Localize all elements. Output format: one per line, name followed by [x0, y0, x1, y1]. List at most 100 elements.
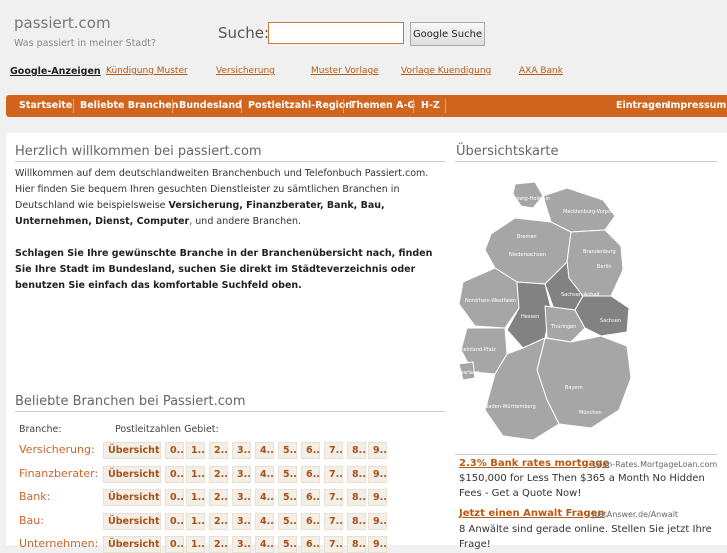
- divider: [15, 411, 445, 412]
- map-label: München: [579, 410, 602, 416]
- nav-beliebte-branchen[interactable]: Beliebte Branchen: [80, 100, 178, 111]
- welcome-paragraph-1: Willkommen auf dem deutschlandweiten Bra…: [15, 166, 443, 230]
- plz-region-link[interactable]: 4..: [255, 442, 274, 459]
- ad-link-axa-bank[interactable]: AXA Bank: [519, 66, 563, 76]
- plz-region-link[interactable]: 6..: [301, 442, 320, 459]
- map-label: Saarland: [457, 370, 479, 376]
- plz-region-link[interactable]: 7..: [324, 489, 343, 506]
- plz-region-link[interactable]: 9..: [368, 513, 387, 530]
- branch-link[interactable]: Bau:: [19, 514, 44, 527]
- plz-region-link[interactable]: 4..: [255, 466, 274, 483]
- germany-map[interactable]: Schleswig-Holstein Hamburg Mecklenburg-V…: [455, 178, 643, 450]
- plz-region-link[interactable]: 0..: [165, 513, 184, 530]
- search-input[interactable]: [268, 22, 404, 44]
- nav-bundesland[interactable]: Bundesland: [179, 100, 242, 111]
- nav-impressum[interactable]: Impressum: [667, 100, 726, 111]
- nav-separator: [343, 99, 344, 113]
- plz-region-link[interactable]: 5..: [278, 442, 297, 459]
- plz-region-link[interactable]: 2..: [209, 442, 228, 459]
- welcome-paragraph-2: Schlagen Sie Ihre gewünschte Branche in …: [15, 246, 443, 294]
- welcome-heading: Herzlich willkommen bei passiert.com: [15, 144, 262, 159]
- plz-region-link[interactable]: 6..: [301, 513, 320, 530]
- branch-overview-link[interactable]: Übersicht: [103, 466, 161, 483]
- ad-title-bank-rates[interactable]: 2.3% Bank rates mortgage: [459, 458, 609, 469]
- branch-link[interactable]: Bank:: [19, 490, 50, 503]
- nav-postleitzahl-region[interactable]: Postleitzahl-Region: [248, 100, 352, 111]
- plz-region-link[interactable]: 9..: [368, 489, 387, 506]
- nav-h-z[interactable]: H-Z: [421, 100, 440, 111]
- plz-region-link[interactable]: 4..: [255, 513, 274, 530]
- branch-overview-link[interactable]: Übersicht: [103, 442, 161, 459]
- plz-region-link[interactable]: 2..: [209, 489, 228, 506]
- plz-region-link[interactable]: 1..: [186, 466, 205, 483]
- nav-eintragen[interactable]: Eintragen: [616, 100, 668, 111]
- plz-region-link[interactable]: 2..: [209, 466, 228, 483]
- map-label: Baden-Württemberg: [485, 404, 536, 410]
- plz-region-link[interactable]: 9..: [368, 466, 387, 483]
- nav-separator: [445, 99, 446, 113]
- plz-region-link[interactable]: 7..: [324, 442, 343, 459]
- plz-region-link[interactable]: 1..: [186, 513, 205, 530]
- divider: [455, 161, 717, 162]
- plz-region-link[interactable]: 8..: [347, 442, 366, 459]
- site-title[interactable]: passiert.com: [14, 14, 111, 32]
- ad-text-anwalt: 8 Anwälte sind gerade online. Stellen Si…: [459, 524, 712, 550]
- plz-region-link[interactable]: 8..: [347, 466, 366, 483]
- map-label: Niedersachsen: [509, 252, 546, 258]
- ad-link-versicherung[interactable]: Versicherung: [216, 66, 275, 76]
- plz-region-link[interactable]: 7..: [324, 513, 343, 530]
- map-label: Bayern: [565, 385, 583, 391]
- plz-region-link[interactable]: 8..: [347, 513, 366, 530]
- map-label: Berlin: [597, 264, 612, 270]
- plz-region-link[interactable]: 1..: [186, 442, 205, 459]
- nav-themen-a-g[interactable]: Themen A-G: [350, 100, 415, 111]
- site-tagline: Was passiert in meiner Stadt?: [14, 38, 157, 49]
- plz-region-link[interactable]: 6..: [301, 489, 320, 506]
- map-label: Sachsen-Anhalt: [561, 292, 600, 298]
- plz-region-link[interactable]: 6..: [301, 466, 320, 483]
- google-ads-heading[interactable]: Google-Anzeigen: [10, 66, 101, 77]
- ad-text-mortgage: $150,000 for Less Then $365 a Month No H…: [459, 473, 705, 499]
- map-label: Nordrhein-Westfalen: [465, 298, 516, 304]
- plz-region-link[interactable]: 4..: [255, 489, 274, 506]
- map-label: Hessen: [521, 314, 539, 320]
- plz-region-link[interactable]: 5..: [278, 489, 297, 506]
- map-label: Thüringen: [550, 324, 576, 330]
- map-label: Schleswig-Holstein: [503, 196, 550, 202]
- plz-region-link[interactable]: 3..: [232, 466, 251, 483]
- ad-url-mortgage[interactable]: Loan-Rates.MortgageLoan.com: [593, 460, 717, 469]
- branch-link[interactable]: Finanzberater:: [19, 467, 98, 480]
- ad-link-vorlage-kuendigung[interactable]: Vorlage Kuendigung: [401, 66, 491, 76]
- plz-region-link[interactable]: 0..: [165, 466, 184, 483]
- ad-link-muster-vorlage[interactable]: Muster Vorlage: [311, 66, 379, 76]
- welcome-instructions: Schlagen Sie Ihre gewünschte Branche in …: [15, 248, 433, 291]
- divider: [455, 454, 717, 455]
- plz-region-link[interactable]: 5..: [278, 466, 297, 483]
- plz-region-link[interactable]: 9..: [368, 442, 387, 459]
- plz-region-link[interactable]: 7..: [324, 466, 343, 483]
- plz-region-link[interactable]: 3..: [232, 442, 251, 459]
- plz-region-link[interactable]: 3..: [232, 489, 251, 506]
- welcome-text-part: , und andere Branchen.: [189, 216, 302, 227]
- plz-region-link[interactable]: 1..: [186, 489, 205, 506]
- nav-startseite[interactable]: Startseite: [19, 100, 72, 111]
- nav-separator: [73, 99, 74, 113]
- branch-overview-link[interactable]: Übersicht: [103, 489, 161, 506]
- google-search-button[interactable]: Google Suche: [410, 22, 485, 46]
- branch-overview-link[interactable]: Übersicht: [103, 513, 161, 530]
- branch-link[interactable]: Unternehmen:: [19, 537, 98, 550]
- ad-url-anwalt[interactable]: JustAnswer.de/Anwalt: [592, 510, 678, 519]
- plz-region-link[interactable]: 0..: [165, 489, 184, 506]
- map-label: Hamburg: [527, 214, 550, 220]
- map-label: Brandenburg: [583, 249, 616, 255]
- main-nav: Startseite Beliebte Branchen Bundesland …: [6, 95, 727, 117]
- plz-region-link[interactable]: 8..: [347, 489, 366, 506]
- ad-title-anwalt[interactable]: Jetzt einen Anwalt Fragen: [459, 508, 605, 519]
- ad-link-kuendigung-muster[interactable]: Kündigung Muster: [106, 66, 188, 76]
- plz-region-link[interactable]: 0..: [165, 442, 184, 459]
- plz-region-link[interactable]: 2..: [209, 513, 228, 530]
- plz-region-link[interactable]: 5..: [278, 513, 297, 530]
- branch-link[interactable]: Versicherung:: [19, 443, 95, 456]
- plz-region-link[interactable]: 3..: [232, 513, 251, 530]
- map-label: Rheinland-Pfalz: [457, 347, 496, 353]
